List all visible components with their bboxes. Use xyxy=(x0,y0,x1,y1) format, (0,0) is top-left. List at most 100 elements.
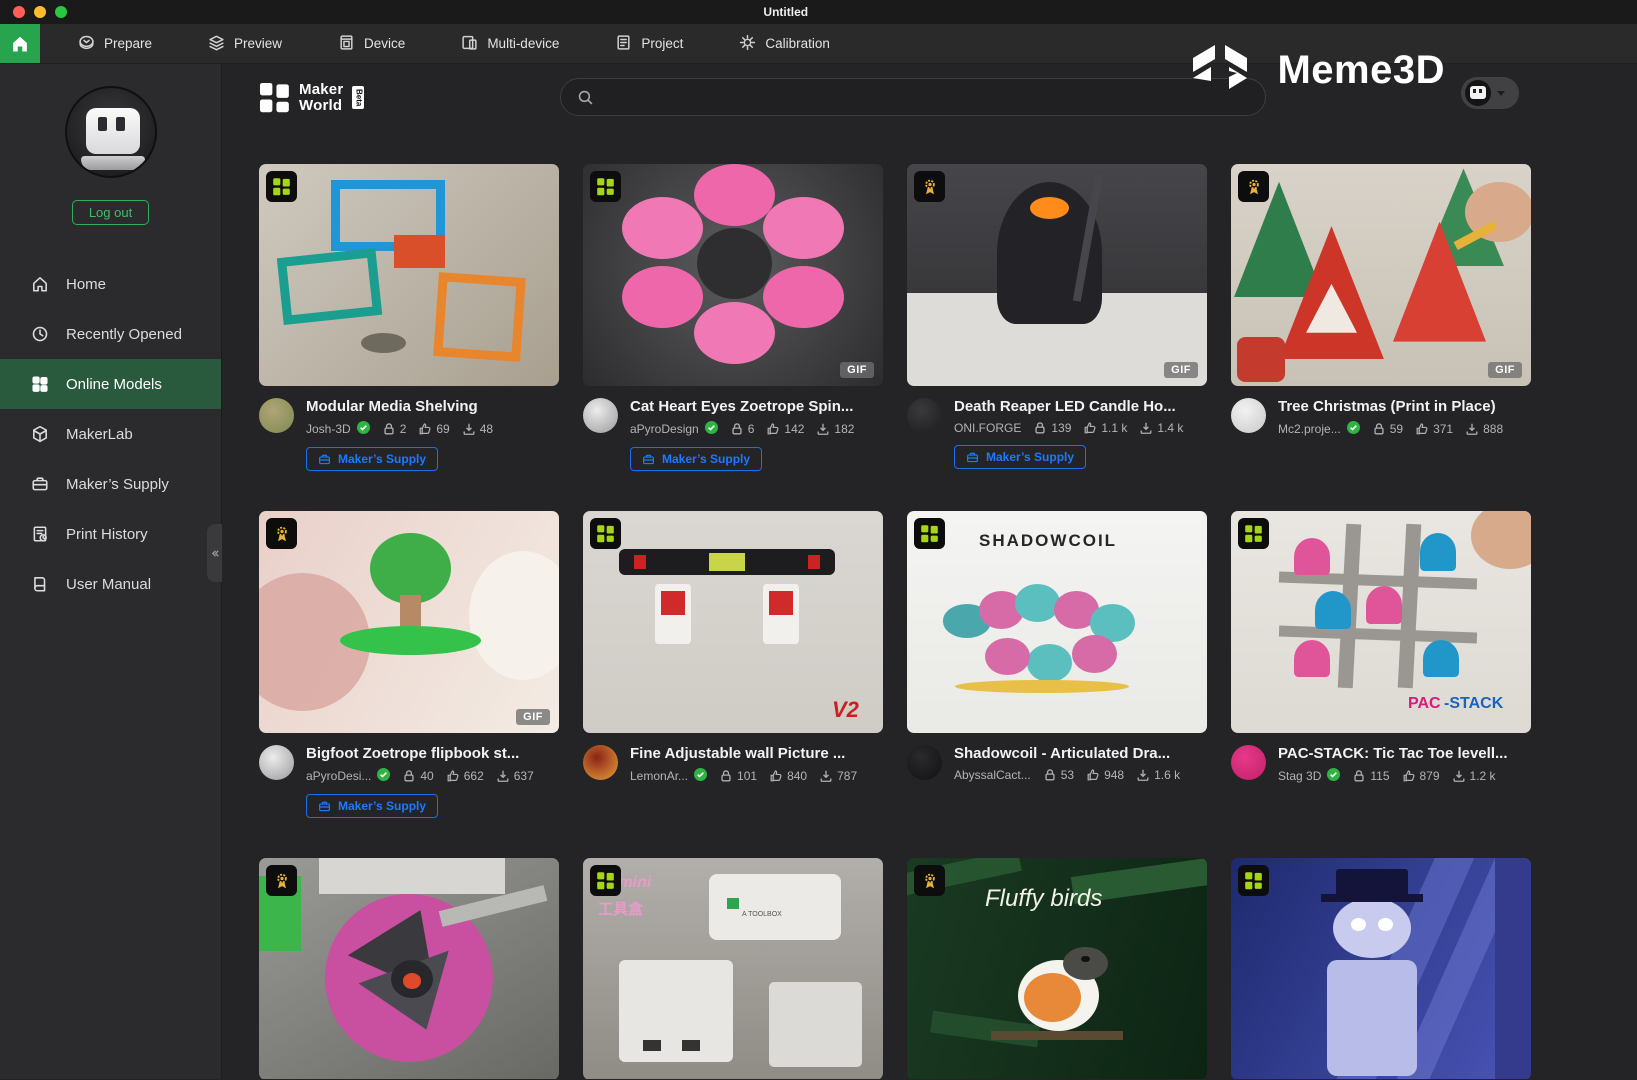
makers-supply-button[interactable]: Maker’s Supply xyxy=(954,445,1087,469)
chevron-down-icon xyxy=(1497,90,1505,96)
model-card: A TOOLBOX A1mini 工具盒 xyxy=(583,858,883,1079)
model-card: SHADOWCOIL Shadowcoil - Articulated Dra.… xyxy=(907,511,1207,782)
model-thumbnail[interactable]: SHADOWCOIL xyxy=(907,511,1207,733)
author-avatar[interactable] xyxy=(583,398,618,433)
user-avatar[interactable] xyxy=(64,86,157,178)
author-avatar[interactable] xyxy=(907,745,942,780)
thumbs-up-icon xyxy=(1416,423,1428,435)
contest-medal-icon xyxy=(276,873,287,888)
account-menu[interactable] xyxy=(1461,77,1519,109)
author-avatar[interactable] xyxy=(259,398,294,433)
model-title[interactable]: Death Reaper LED Candle Ho... xyxy=(954,398,1207,415)
sidebar-item-maker-s-supply[interactable]: Maker’s Supply xyxy=(0,459,221,509)
sidebar-item-label: Maker’s Supply xyxy=(66,475,169,493)
likes-stat: 879 xyxy=(1402,769,1440,783)
sidebar-item-online-models[interactable]: Online Models xyxy=(0,359,221,409)
model-thumbnail[interactable]: GIF xyxy=(1231,164,1531,386)
model-title[interactable]: Fine Adjustable wall Picture ... xyxy=(630,745,883,762)
sidebar-item-label: User Manual xyxy=(66,575,152,593)
project-icon xyxy=(617,34,630,50)
author-name[interactable]: aPyroDesign xyxy=(630,422,699,436)
makers-supply-button[interactable]: Maker’s Supply xyxy=(306,794,439,818)
sidebar-item-print-history[interactable]: Print History xyxy=(0,509,221,559)
clock-icon xyxy=(32,326,48,342)
multidevice-icon xyxy=(462,35,477,50)
author-avatar[interactable] xyxy=(1231,398,1266,433)
model-title[interactable]: Shadowcoil - Articulated Dra... xyxy=(954,745,1207,762)
search-input[interactable] xyxy=(602,79,1265,115)
sidebar-item-user-manual[interactable]: User Manual xyxy=(0,559,221,609)
sidebar-item-icon xyxy=(31,525,49,543)
author-avatar[interactable] xyxy=(259,745,294,780)
boost-icon xyxy=(1035,422,1045,434)
toolbox-icon xyxy=(319,454,330,464)
model-thumbnail[interactable]: GIF xyxy=(259,511,559,733)
zoom-window-button[interactable] xyxy=(55,6,67,18)
sidebar-collapse-handle[interactable] xyxy=(207,524,222,582)
model-thumbnail[interactable]: V2 xyxy=(583,511,883,733)
boost-icon xyxy=(1354,770,1364,782)
minimize-window-button[interactable] xyxy=(34,6,46,18)
verified-badge-icon xyxy=(694,768,708,784)
model-thumbnail[interactable]: Fluffy birds xyxy=(907,858,1207,1079)
download-icon xyxy=(497,770,509,782)
makers-supply-button[interactable]: Maker’s Supply xyxy=(630,447,763,471)
tab-icon xyxy=(338,34,355,54)
model-card xyxy=(259,858,559,1079)
tab-calibration[interactable]: Calibration xyxy=(739,34,830,54)
sidebar-item-home[interactable]: Home xyxy=(0,259,221,309)
author-name[interactable]: aPyroDesi... xyxy=(306,769,371,783)
home-icon xyxy=(33,277,47,292)
thumbs-up-icon xyxy=(1403,770,1414,782)
model-title[interactable]: Cat Heart Eyes Zoetrope Spin... xyxy=(630,398,883,415)
model-thumbnail[interactable]: PAC -STACK xyxy=(1231,511,1531,733)
makers-supply-button[interactable]: Maker’s Supply xyxy=(306,447,439,471)
model-thumbnail[interactable] xyxy=(259,164,559,386)
author-name[interactable]: AbyssalCact... xyxy=(954,768,1031,782)
model-thumbnail[interactable] xyxy=(259,858,559,1079)
home-tab-button[interactable] xyxy=(0,24,40,63)
model-thumbnail[interactable]: GIF xyxy=(583,164,883,386)
author-name[interactable]: LemonAr... xyxy=(630,769,688,783)
model-title[interactable]: Bigfoot Zoetrope flipbook st... xyxy=(306,745,559,762)
model-card: GIF Bigfoot Zoetrope flipbook st... aPyr… xyxy=(259,511,559,818)
makerworld-logo[interactable]: Maker World Beta xyxy=(259,81,365,114)
model-thumbnail[interactable]: A TOOLBOX A1mini 工具盒 xyxy=(583,858,883,1079)
model-title[interactable]: Tree Christmas (Print in Place) xyxy=(1278,398,1531,415)
model-thumbnail[interactable] xyxy=(1231,858,1531,1079)
verified-badge-icon xyxy=(356,421,370,437)
sidebar-item-makerlab[interactable]: MakerLab xyxy=(0,409,221,459)
search-bar[interactable] xyxy=(560,78,1266,116)
tab-preview[interactable]: Preview xyxy=(208,34,282,54)
author-avatar[interactable] xyxy=(1231,745,1266,780)
model-title[interactable]: PAC-STACK: Tic Tac Toe levell... xyxy=(1278,745,1531,762)
verified-badge-icon xyxy=(377,768,391,784)
tab-icon xyxy=(461,34,478,54)
likes-stat: 142 xyxy=(766,422,804,436)
tab-multi-device[interactable]: Multi-device xyxy=(461,34,559,54)
model-thumbnail[interactable]: GIF xyxy=(907,164,1207,386)
sidebar-item-label: Print History xyxy=(66,525,148,543)
boost-icon xyxy=(721,770,731,782)
model-title[interactable]: Modular Media Shelving xyxy=(306,398,559,415)
author-name[interactable]: Stag 3D xyxy=(1278,769,1321,783)
author-name[interactable]: Josh-3D xyxy=(306,422,351,436)
author-name[interactable]: Mc2.proje... xyxy=(1278,422,1341,436)
sidebar-item-label: Recently Opened xyxy=(66,325,182,343)
tab-prepare[interactable]: Prepare xyxy=(78,34,152,54)
main-tabbar: Prepare Preview Device Multi-device Proj… xyxy=(0,24,1637,64)
author-avatar[interactable] xyxy=(907,398,942,433)
author-name[interactable]: ONI.FORGE xyxy=(954,421,1021,435)
logout-button[interactable]: Log out xyxy=(71,200,150,225)
makerworld-logo-icon xyxy=(259,83,289,113)
author-avatar[interactable] xyxy=(583,745,618,780)
sidebar-item-icon xyxy=(31,325,49,343)
downloads-stat: 1.6 k xyxy=(1136,768,1180,782)
tab-project[interactable]: Project xyxy=(615,34,683,54)
close-window-button[interactable] xyxy=(13,6,25,18)
device-icon xyxy=(340,34,353,50)
tab-device[interactable]: Device xyxy=(338,34,405,54)
makerworld-wordmark-line1: Maker xyxy=(299,81,344,98)
gif-badge: GIF xyxy=(516,709,550,725)
sidebar-item-recently-opened[interactable]: Recently Opened xyxy=(0,309,221,359)
